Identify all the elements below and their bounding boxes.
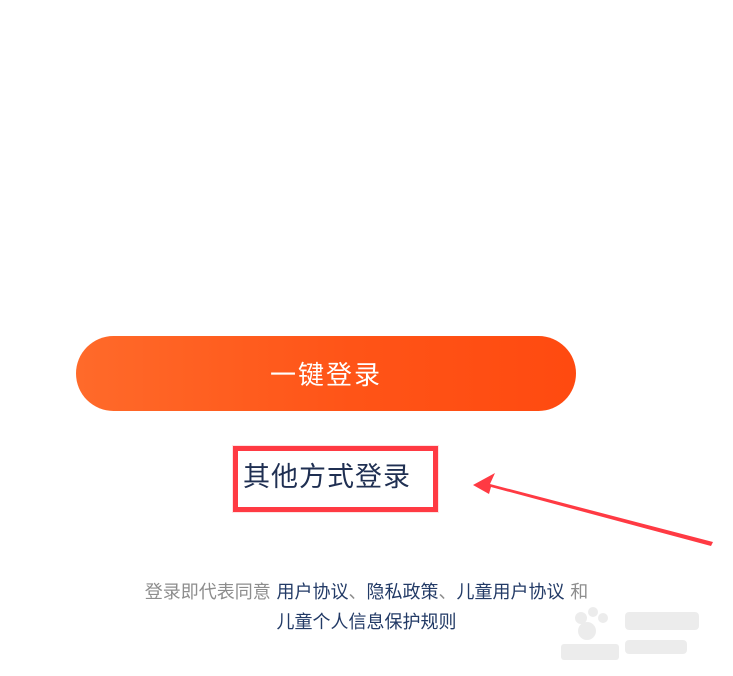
agreement-and: 和: [564, 582, 589, 603]
user-agreement-link[interactable]: 用户协议: [277, 582, 349, 603]
agreement-separator-1: 、: [348, 582, 367, 603]
agreement-text: 登录即代表同意 用户协议、隐私政策、儿童用户协议 和 儿童个人信息保护规则: [0, 578, 733, 638]
agreement-prefix: 登录即代表同意: [144, 582, 271, 603]
agreement-line-2: 儿童个人信息保护规则: [0, 608, 733, 638]
child-user-agreement-link[interactable]: 儿童用户协议: [457, 582, 565, 603]
one-click-login-button[interactable]: 一键登录: [76, 336, 576, 411]
child-privacy-rules-link[interactable]: 儿童个人信息保护规则: [277, 612, 457, 633]
agreement-separator-2: 、: [438, 582, 457, 603]
privacy-policy-link[interactable]: 隐私政策: [367, 582, 439, 603]
highlight-box: [233, 446, 438, 512]
agreement-line-1: 登录即代表同意 用户协议、隐私政策、儿童用户协议 和: [0, 578, 733, 608]
